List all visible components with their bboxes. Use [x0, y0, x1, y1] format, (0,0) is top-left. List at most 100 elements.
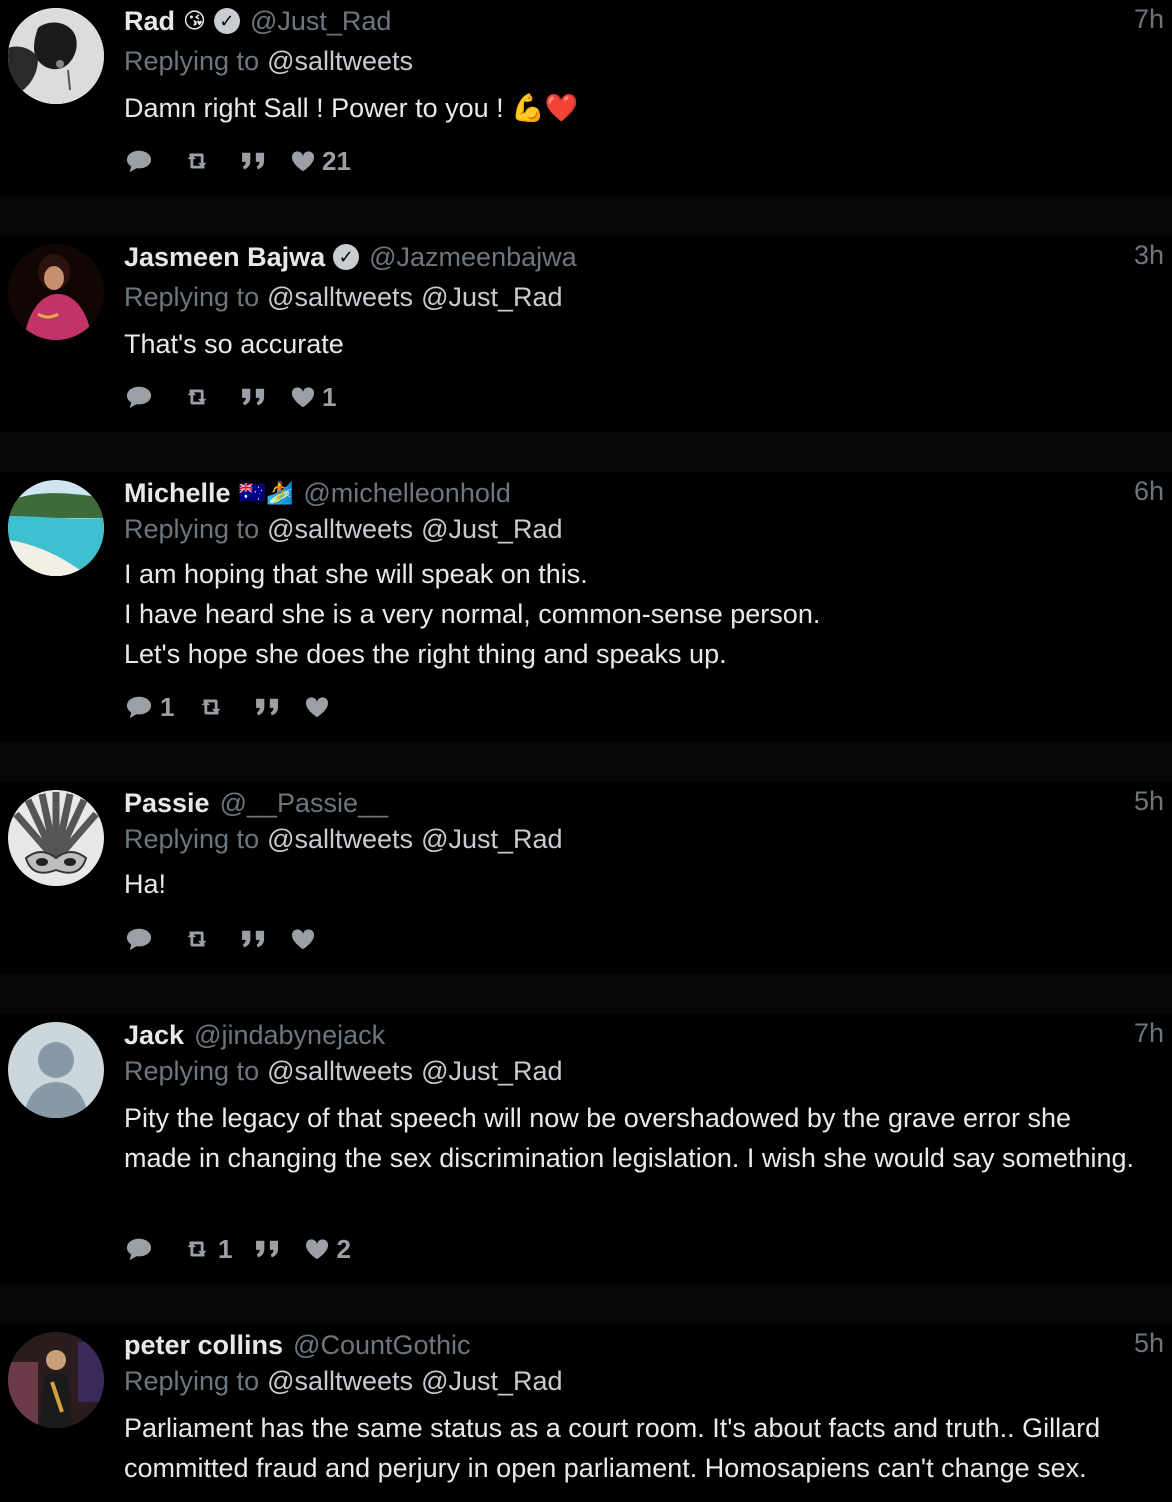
replying-to: Replying to @salltweets @Just_Rad [124, 1056, 563, 1087]
tweet[interactable]: peter collins @CountGothic 5h Replying t… [0, 1324, 1172, 1502]
replying-to-label: Replying to [124, 824, 260, 854]
retweet-button[interactable] [196, 695, 232, 719]
replying-to-label: Replying to [124, 46, 260, 76]
avatar[interactable] [8, 8, 104, 104]
replying-to-label: Replying to [124, 1056, 260, 1086]
heart-icon [290, 386, 316, 408]
like-count: 21 [322, 145, 351, 176]
avatar[interactable] [8, 1022, 104, 1118]
tweet[interactable]: Jasmeen Bajwa ✓ @Jazmeenbajwa 3h Replyin… [0, 236, 1172, 432]
tweet-text: That's so accurate [124, 329, 344, 359]
display-name[interactable]: Michelle [124, 478, 231, 509]
mention-link[interactable]: @Just_Rad [421, 514, 562, 544]
like-button[interactable]: 21 [290, 146, 351, 177]
reply-button[interactable] [124, 1236, 160, 1262]
separator [0, 742, 1172, 782]
reply-button[interactable] [124, 926, 160, 952]
mention-link[interactable]: @salltweets [267, 282, 413, 312]
like-count: 2 [336, 1233, 351, 1264]
separator [0, 1284, 1172, 1324]
handle[interactable]: @CountGothic [293, 1330, 471, 1361]
avatar[interactable] [8, 1332, 104, 1428]
replying-to: Replying to @salltweets @Just_Rad [124, 1366, 563, 1397]
retweet-button[interactable] [182, 927, 218, 951]
avatar[interactable] [8, 244, 104, 340]
mention-link[interactable]: @salltweets [267, 514, 413, 544]
heart-icon [290, 150, 316, 172]
handle[interactable]: @Just_Rad [250, 6, 391, 37]
verified-badge-icon: ✓ [213, 8, 240, 34]
heart-icon [290, 928, 316, 950]
like-button[interactable]: 2 [304, 1233, 351, 1265]
avatar[interactable] [8, 790, 104, 886]
handle[interactable]: @Jazmeenbajwa [369, 242, 577, 273]
mention-link[interactable]: @Just_Rad [421, 1366, 562, 1396]
avatar[interactable] [8, 480, 104, 576]
tweet-actions: 1 [124, 690, 358, 724]
quote-button[interactable] [240, 928, 268, 950]
mention-link[interactable]: @Just_Rad [421, 1056, 562, 1086]
like-button[interactable]: 1 [290, 382, 336, 413]
quote-button[interactable] [254, 1238, 282, 1260]
timestamp[interactable]: 7h [1134, 1018, 1164, 1049]
quote-button[interactable] [240, 150, 268, 172]
tweet[interactable]: Michelle 🇦🇺🏄 @michelleonhold 6h Replying… [0, 472, 1172, 742]
handle[interactable]: @__Passie__ [220, 788, 389, 819]
display-name[interactable]: Jasmeen Bajwa [124, 242, 325, 273]
replying-to-label: Replying to [124, 1366, 260, 1396]
mention-link[interactable]: @Just_Rad [421, 282, 562, 312]
replying-to: Replying to @salltweets @Just_Rad [124, 282, 563, 313]
reply-icon [124, 694, 154, 720]
display-name[interactable]: Passie [124, 788, 210, 819]
separator [0, 196, 1172, 236]
mention-link[interactable]: @salltweets [267, 824, 413, 854]
like-button[interactable] [290, 928, 322, 950]
quote-icon [254, 696, 282, 718]
tweet[interactable]: Rad 😘 ✓ @Just_Rad 7h Replying to @salltwe… [0, 0, 1172, 196]
tweet[interactable]: Jack @jindabynejack 7h Replying to @sallt… [0, 1014, 1172, 1284]
reply-button[interactable] [124, 384, 160, 410]
quote-icon [240, 928, 268, 950]
timestamp[interactable]: 5h [1134, 786, 1164, 817]
tweet-actions [124, 922, 344, 956]
display-name[interactable]: Jack [124, 1020, 184, 1051]
tweet-text: I am hoping that she will speak on this.… [124, 559, 821, 669]
mention-link[interactable]: @salltweets [267, 1366, 413, 1396]
replying-to: Replying to @salltweets [124, 46, 413, 77]
retweet-icon [196, 695, 226, 719]
retweet-button[interactable] [182, 149, 218, 173]
mention-link[interactable]: @Just_Rad [421, 824, 562, 854]
handle[interactable]: @jindabynejack [194, 1020, 385, 1051]
reply-button[interactable] [124, 148, 160, 174]
timestamp[interactable]: 7h [1134, 4, 1164, 35]
retweet-icon [182, 149, 212, 173]
reply-count: 1 [160, 691, 175, 722]
like-button[interactable] [304, 696, 336, 718]
quote-button[interactable] [254, 696, 282, 718]
mention-link[interactable]: @salltweets [267, 1056, 413, 1086]
tweet-text: Parliament has the same status as a cour… [124, 1413, 1101, 1483]
name-emoji: 🇦🇺🏄 [238, 480, 294, 505]
timestamp[interactable]: 5h [1134, 1328, 1164, 1359]
display-name[interactable]: peter collins [124, 1330, 283, 1361]
display-name[interactable]: Rad [124, 6, 175, 37]
tweet-actions: 1 2 [124, 1232, 373, 1266]
tweet-text: Damn right Sall ! Power to you ! 💪❤️ [124, 93, 579, 123]
replying-to-label: Replying to [124, 282, 260, 312]
retweet-button[interactable]: 1 [182, 1234, 232, 1265]
retweet-icon [182, 927, 212, 951]
like-count: 1 [322, 381, 337, 412]
handle[interactable]: @michelleonhold [303, 478, 511, 509]
retweet-icon [182, 1237, 212, 1261]
replying-to-label: Replying to [124, 514, 260, 544]
retweet-button[interactable] [182, 385, 218, 409]
tweet[interactable]: Passie @__Passie__ 5h Replying to @salltw… [0, 782, 1172, 974]
timestamp[interactable]: 3h [1134, 240, 1164, 271]
reply-icon [124, 1236, 154, 1262]
replying-to: Replying to @salltweets @Just_Rad [124, 514, 563, 545]
reply-button[interactable]: 1 [124, 692, 174, 723]
timestamp[interactable]: 6h [1134, 476, 1164, 507]
quote-icon [240, 386, 268, 408]
mention-link[interactable]: @salltweets [267, 46, 413, 76]
quote-button[interactable] [240, 386, 268, 408]
